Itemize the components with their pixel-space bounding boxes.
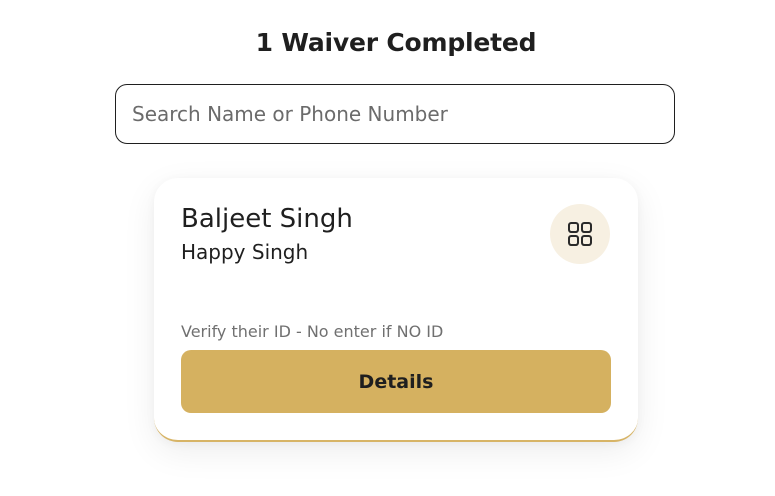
details-button[interactable]: Details	[181, 350, 611, 413]
search-box[interactable]	[115, 84, 675, 144]
waiver-card: Baljeet Singh Happy Singh Verify their I…	[154, 178, 638, 442]
grid-icon	[568, 222, 592, 246]
search-input[interactable]	[132, 85, 652, 143]
grid-menu-button[interactable]	[550, 204, 610, 264]
page-title: 1 Waiver Completed	[255, 28, 537, 57]
verify-id-note: Verify their ID - No enter if NO ID	[181, 322, 444, 341]
minor-name: Happy Singh	[181, 240, 309, 264]
participant-name: Baljeet Singh	[181, 204, 353, 234]
